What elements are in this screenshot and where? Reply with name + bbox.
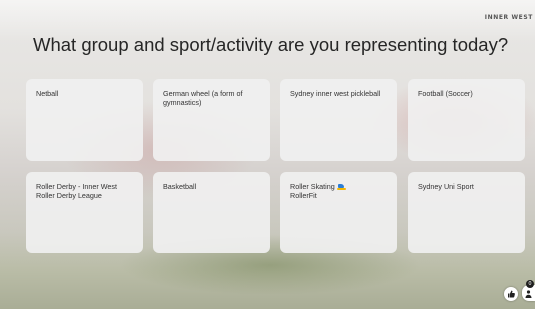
option-label: Sydney Uni Sport: [418, 182, 474, 191]
reaction-button[interactable]: [504, 287, 518, 301]
brand-logo-text: INNER WEST: [484, 14, 533, 21]
option-label: Sydney inner west pickleball: [290, 89, 381, 98]
option-card-football[interactable]: Football (Soccer): [408, 79, 525, 161]
option-card-sydney-uni-sport[interactable]: Sydney Uni Sport: [408, 172, 525, 253]
option-label: Roller Derby - Inner West Roller Derby L…: [36, 182, 117, 200]
option-card-pickleball[interactable]: Sydney inner west pickleball: [280, 79, 397, 161]
participant-count-badge: 0: [526, 280, 534, 288]
option-label: Basketball: [163, 182, 197, 191]
option-card-netball[interactable]: Netball: [26, 79, 143, 161]
option-label: Football (Soccer): [418, 89, 473, 98]
thumbs-up-icon: [508, 290, 515, 298]
option-card-german-wheel[interactable]: German wheel (a form of gymnastics): [153, 79, 270, 161]
option-card-basketball[interactable]: Basketball: [153, 172, 270, 253]
option-card-roller-skating[interactable]: Roller Skating RollerFit: [280, 172, 397, 253]
presentation-slide: INNER WEST What group and sport/activity…: [0, 0, 535, 309]
option-card-roller-derby[interactable]: Roller Derby - Inner West Roller Derby L…: [26, 172, 143, 253]
option-label: German wheel (a form of gymnastics): [163, 89, 243, 107]
option-label: Netball: [36, 89, 59, 98]
roller-skate-icon: [336, 184, 346, 190]
option-label-suffix: RollerFit: [290, 190, 317, 200]
question-title: What group and sport/activity are you re…: [33, 34, 509, 55]
person-icon: [525, 290, 532, 298]
